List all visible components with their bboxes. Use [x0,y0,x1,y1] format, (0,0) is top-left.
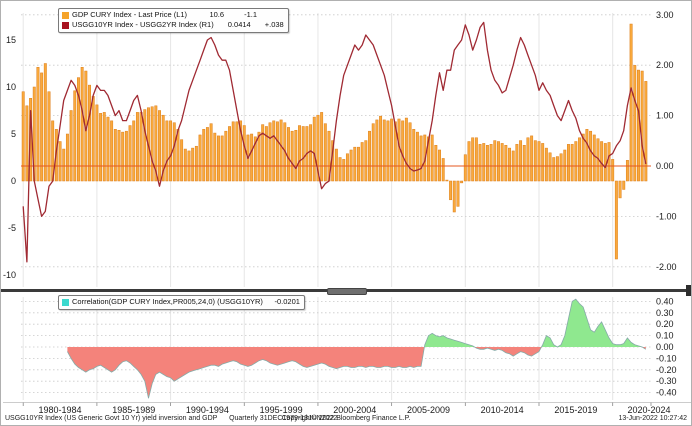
svg-text:1.00: 1.00 [656,111,674,121]
gdp-change-value: -1.1 [227,10,257,20]
svg-text:-0.10: -0.10 [656,353,677,363]
svg-text:5: 5 [11,129,16,139]
svg-text:-0.20: -0.20 [656,365,677,375]
correlation-legend[interactable]: Correlation(GDP CURY Index,PR005,24,0) (… [58,295,305,310]
correlation-series-swatch-icon [62,299,69,306]
panel-divider-drag-handle[interactable] [327,288,367,295]
main-right-axis: 3.00 2.00 1.00 0.00 -1.00 -2.00 [656,10,677,272]
svg-text:-1.00: -1.00 [656,211,677,221]
svg-text:15: 15 [6,35,16,45]
svg-text:0.40: 0.40 [656,296,674,306]
footer-timestamp: 13-Jun-2022 10:27:42 [619,415,688,422]
svg-text:3.00: 3.00 [656,10,674,20]
spread-series-label: USGG10YR Index - USGG2YR Index (R1) [72,20,214,30]
svg-text:1980-1984: 1980-1984 [39,405,82,415]
correlation-series-label: Correlation(GDP CURY Index,PR005,24,0) (… [72,297,263,307]
panel-divider-right-handle[interactable] [686,285,692,296]
svg-text:2015-2019: 2015-2019 [554,405,597,415]
correlation-right-axis: 0.40 0.300.20 0.100.00-0.10 -0.20-0.30 -0.40 [656,296,677,397]
spread-change-value: +.038 [254,20,284,30]
svg-text:2.00: 2.00 [656,60,674,70]
gdp-series-swatch-icon [62,12,69,19]
svg-text:2010-2014: 2010-2014 [481,405,524,415]
main-left-axis: 15 10 5 0 -5 -10 [3,35,16,280]
footer-copyright: Copyright© 2022 Bloomberg Finance L.P. [282,415,411,422]
spread-last-value: 0.0414 [217,20,251,30]
svg-text:0.10: 0.10 [656,331,674,341]
svg-text:2000-2004: 2000-2004 [333,405,376,415]
svg-text:2020-2024: 2020-2024 [627,405,670,415]
svg-text:-0.40: -0.40 [656,388,677,398]
svg-text:0.30: 0.30 [656,308,674,318]
panel-divider[interactable] [1,289,692,292]
svg-text:1995-1999: 1995-1999 [260,405,303,415]
svg-text:0: 0 [11,176,16,186]
svg-text:-2.00: -2.00 [656,262,677,272]
svg-text:-10: -10 [3,270,16,280]
svg-text:0.00: 0.00 [656,161,674,171]
svg-text:0.20: 0.20 [656,319,674,329]
main-chart-plot-area[interactable] [21,13,651,287]
main-legend[interactable]: GDP CURY Index - Last Price (L1) 10.6 -1… [58,8,289,33]
svg-text:1985-1989: 1985-1989 [112,405,155,415]
svg-text:10: 10 [6,82,16,92]
correlation-plot-area[interactable] [21,297,651,400]
chart-canvas: 15 10 5 0 -5 -10 3.00 2.00 1.00 0.00 -1.00 -2.00 0.4… [1,1,692,426]
footer-chart-title: USGG10YR Index (US Generic Govt 10 Yr) y… [5,415,217,422]
legend-row-correlation[interactable]: Correlation(GDP CURY Index,PR005,24,0) (… [62,297,300,307]
correlation-last-value: -0.0201 [266,297,300,307]
x-axis: 1980-1984 1985-1989 1990-1994 1995-1999 2000… [3,403,691,416]
gdp-series-label: GDP CURY Index - Last Price (L1) [72,10,187,20]
svg-text:0.00: 0.00 [656,342,674,352]
svg-text:2005-2009: 2005-2009 [407,405,450,415]
svg-text:1990-1994: 1990-1994 [186,405,229,415]
bloomberg-chart-window: 15 10 5 0 -5 -10 3.00 2.00 1.00 0.00 -1.00 -2.00 0.4… [0,0,692,426]
svg-text:-5: -5 [8,223,16,233]
gdp-last-value: 10.6 [190,10,224,20]
spread-series-swatch-icon [62,22,69,29]
legend-row-spread[interactable]: USGG10YR Index - USGG2YR Index (R1) 0.04… [62,20,284,30]
svg-text:-0.30: -0.30 [656,376,677,386]
legend-row-gdp[interactable]: GDP CURY Index - Last Price (L1) 10.6 -1… [62,10,284,20]
